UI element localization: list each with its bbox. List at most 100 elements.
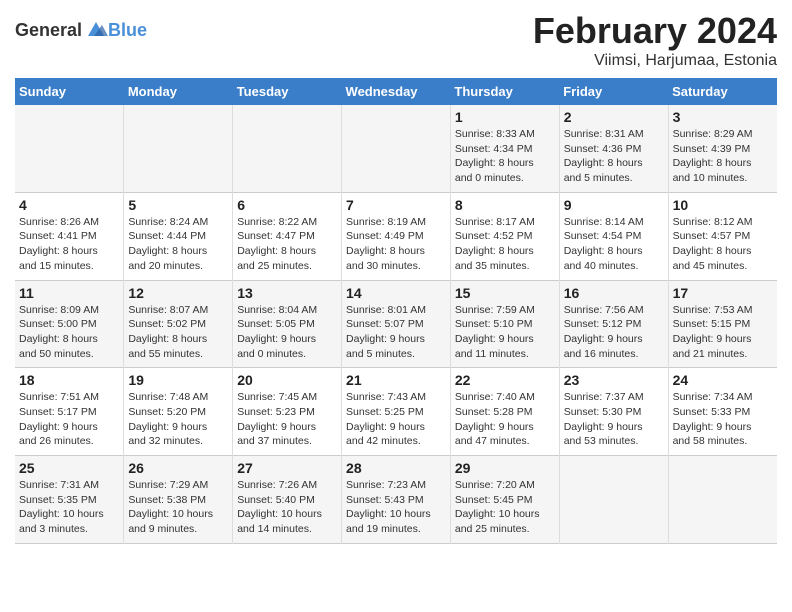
day-number: 7: [346, 197, 446, 213]
day-number: 22: [455, 372, 555, 388]
calendar-cell: 29 Sunrise: 7:20 AM Sunset: 5:45 PM Dayli…: [450, 456, 559, 544]
calendar-cell: [668, 456, 777, 544]
day-info: Sunrise: 8:04 AM Sunset: 5:05 PM Dayligh…: [237, 303, 337, 362]
day-number: 4: [19, 197, 119, 213]
day-number: 17: [673, 285, 773, 301]
day-info: Sunrise: 7:56 AM Sunset: 5:12 PM Dayligh…: [564, 303, 664, 362]
calendar-cell: [342, 105, 451, 192]
col-header-wednesday: Wednesday: [342, 78, 451, 105]
calendar-cell: 8 Sunrise: 8:17 AM Sunset: 4:52 PM Daylig…: [450, 192, 559, 280]
calendar-cell: 6Sunrise: 8:22 AM Sunset: 4:47 PM Daylig…: [233, 192, 342, 280]
day-number: 14: [346, 285, 446, 301]
calendar-cell: 15Sunrise: 7:59 AM Sunset: 5:10 PM Dayli…: [450, 280, 559, 368]
day-info: Sunrise: 7:29 AM Sunset: 5:38 PM Dayligh…: [128, 478, 228, 537]
week-row-2: 4Sunrise: 8:26 AM Sunset: 4:41 PM Daylig…: [15, 192, 777, 280]
calendar-cell: 24Sunrise: 7:34 AM Sunset: 5:33 PM Dayli…: [668, 368, 777, 456]
calendar-cell: 21Sunrise: 7:43 AM Sunset: 5:25 PM Dayli…: [342, 368, 451, 456]
logo: General Blue: [15, 18, 147, 42]
calendar-cell: 5 Sunrise: 8:24 AM Sunset: 4:44 PM Daylig…: [124, 192, 233, 280]
calendar-cell: 19 Sunrise: 7:48 AM Sunset: 5:20 PM Dayli…: [124, 368, 233, 456]
logo-text-blue: Blue: [108, 20, 147, 41]
day-number: 18: [19, 372, 119, 388]
day-info: Sunrise: 8:07 AM Sunset: 5:02 PM Dayligh…: [128, 303, 228, 362]
calendar-cell: [15, 105, 124, 192]
header-row: SundayMondayTuesdayWednesdayThursdayFrid…: [15, 78, 777, 105]
col-header-sunday: Sunday: [15, 78, 124, 105]
main-title: February 2024: [533, 10, 777, 52]
calendar-cell: 4Sunrise: 8:26 AM Sunset: 4:41 PM Daylig…: [15, 192, 124, 280]
day-number: 1: [455, 109, 555, 125]
day-info: Sunrise: 7:45 AM Sunset: 5:23 PM Dayligh…: [237, 390, 337, 449]
calendar-cell: 14Sunrise: 8:01 AM Sunset: 5:07 PM Dayli…: [342, 280, 451, 368]
day-number: 11: [19, 285, 119, 301]
day-info: Sunrise: 8:29 AM Sunset: 4:39 PM Dayligh…: [673, 127, 773, 186]
calendar-cell: 13 Sunrise: 8:04 AM Sunset: 5:05 PM Dayli…: [233, 280, 342, 368]
logo-icon: [84, 18, 108, 42]
calendar-cell: 16 Sunrise: 7:56 AM Sunset: 5:12 PM Dayli…: [559, 280, 668, 368]
calendar-cell: 11 Sunrise: 8:09 AM Sunset: 5:00 PM Dayli…: [15, 280, 124, 368]
day-info: Sunrise: 7:59 AM Sunset: 5:10 PM Dayligh…: [455, 303, 555, 362]
calendar-cell: [233, 105, 342, 192]
calendar-cell: 28 Sunrise: 7:23 AM Sunset: 5:43 PM Dayli…: [342, 456, 451, 544]
day-info: Sunrise: 8:09 AM Sunset: 5:00 PM Dayligh…: [19, 303, 119, 362]
week-row-1: 1 Sunrise: 8:33 AM Sunset: 4:34 PM Daylig…: [15, 105, 777, 192]
col-header-tuesday: Tuesday: [233, 78, 342, 105]
calendar-cell: 7 Sunrise: 8:19 AM Sunset: 4:49 PM Daylig…: [342, 192, 451, 280]
day-info: Sunrise: 8:17 AM Sunset: 4:52 PM Dayligh…: [455, 215, 555, 274]
week-row-5: 25 Sunrise: 7:31 AM Sunset: 5:35 PM Dayli…: [15, 456, 777, 544]
day-number: 25: [19, 460, 119, 476]
day-info: Sunrise: 7:53 AM Sunset: 5:15 PM Dayligh…: [673, 303, 773, 362]
day-info: Sunrise: 8:19 AM Sunset: 4:49 PM Dayligh…: [346, 215, 446, 274]
calendar-cell: 18 Sunrise: 7:51 AM Sunset: 5:17 PM Dayli…: [15, 368, 124, 456]
day-info: Sunrise: 8:24 AM Sunset: 4:44 PM Dayligh…: [128, 215, 228, 274]
day-number: 19: [128, 372, 228, 388]
calendar-cell: 25 Sunrise: 7:31 AM Sunset: 5:35 PM Dayli…: [15, 456, 124, 544]
col-header-thursday: Thursday: [450, 78, 559, 105]
day-number: 13: [237, 285, 337, 301]
day-info: Sunrise: 8:33 AM Sunset: 4:34 PM Dayligh…: [455, 127, 555, 186]
calendar-cell: 1 Sunrise: 8:33 AM Sunset: 4:34 PM Daylig…: [450, 105, 559, 192]
header: General Blue February 2024 Viimsi, Harju…: [15, 10, 777, 70]
day-number: 16: [564, 285, 664, 301]
day-number: 23: [564, 372, 664, 388]
calendar-cell: 20Sunrise: 7:45 AM Sunset: 5:23 PM Dayli…: [233, 368, 342, 456]
day-info: Sunrise: 7:43 AM Sunset: 5:25 PM Dayligh…: [346, 390, 446, 449]
day-info: Sunrise: 7:48 AM Sunset: 5:20 PM Dayligh…: [128, 390, 228, 449]
day-number: 12: [128, 285, 228, 301]
day-number: 29: [455, 460, 555, 476]
calendar-cell: [559, 456, 668, 544]
calendar-cell: 10Sunrise: 8:12 AM Sunset: 4:57 PM Dayli…: [668, 192, 777, 280]
day-info: Sunrise: 7:31 AM Sunset: 5:35 PM Dayligh…: [19, 478, 119, 537]
calendar-cell: 3 Sunrise: 8:29 AM Sunset: 4:39 PM Daylig…: [668, 105, 777, 192]
day-number: 8: [455, 197, 555, 213]
col-header-monday: Monday: [124, 78, 233, 105]
calendar-cell: [124, 105, 233, 192]
day-number: 3: [673, 109, 773, 125]
subtitle: Viimsi, Harjumaa, Estonia: [533, 52, 777, 70]
calendar-cell: 26 Sunrise: 7:29 AM Sunset: 5:38 PM Dayli…: [124, 456, 233, 544]
day-number: 9: [564, 197, 664, 213]
calendar-cell: 27 Sunrise: 7:26 AM Sunset: 5:40 PM Dayli…: [233, 456, 342, 544]
day-number: 2: [564, 109, 664, 125]
day-info: Sunrise: 7:26 AM Sunset: 5:40 PM Dayligh…: [237, 478, 337, 537]
col-header-saturday: Saturday: [668, 78, 777, 105]
day-info: Sunrise: 7:20 AM Sunset: 5:45 PM Dayligh…: [455, 478, 555, 537]
day-info: Sunrise: 7:40 AM Sunset: 5:28 PM Dayligh…: [455, 390, 555, 449]
calendar-cell: 17 Sunrise: 7:53 AM Sunset: 5:15 PM Dayli…: [668, 280, 777, 368]
day-number: 28: [346, 460, 446, 476]
day-number: 27: [237, 460, 337, 476]
day-info: Sunrise: 8:22 AM Sunset: 4:47 PM Dayligh…: [237, 215, 337, 274]
day-info: Sunrise: 7:23 AM Sunset: 5:43 PM Dayligh…: [346, 478, 446, 537]
day-info: Sunrise: 7:37 AM Sunset: 5:30 PM Dayligh…: [564, 390, 664, 449]
logo-text-general: General: [15, 20, 82, 41]
calendar-cell: 23 Sunrise: 7:37 AM Sunset: 5:30 PM Dayli…: [559, 368, 668, 456]
calendar-cell: 9Sunrise: 8:14 AM Sunset: 4:54 PM Daylig…: [559, 192, 668, 280]
week-row-4: 18 Sunrise: 7:51 AM Sunset: 5:17 PM Dayli…: [15, 368, 777, 456]
week-row-3: 11 Sunrise: 8:09 AM Sunset: 5:00 PM Dayli…: [15, 280, 777, 368]
calendar-cell: 22 Sunrise: 7:40 AM Sunset: 5:28 PM Dayli…: [450, 368, 559, 456]
day-number: 5: [128, 197, 228, 213]
day-info: Sunrise: 7:51 AM Sunset: 5:17 PM Dayligh…: [19, 390, 119, 449]
day-info: Sunrise: 7:34 AM Sunset: 5:33 PM Dayligh…: [673, 390, 773, 449]
day-info: Sunrise: 8:12 AM Sunset: 4:57 PM Dayligh…: [673, 215, 773, 274]
day-number: 26: [128, 460, 228, 476]
